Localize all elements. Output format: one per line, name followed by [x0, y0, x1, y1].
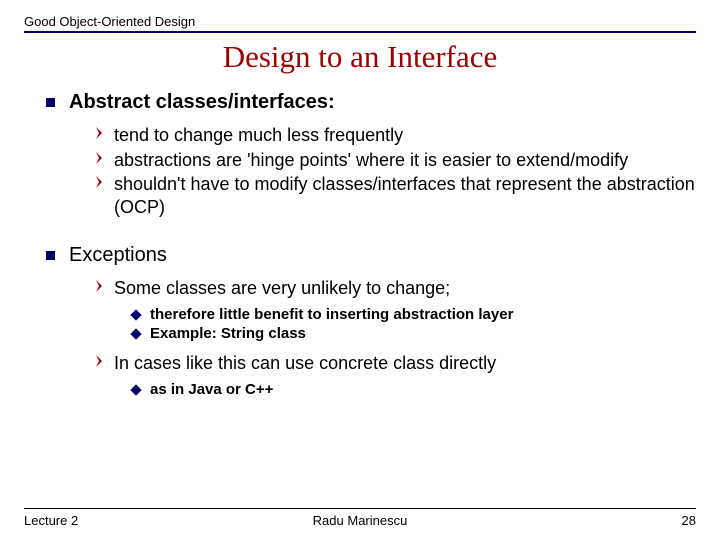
header-rule: [24, 31, 696, 33]
bullet-abstract: Abstract classes/interfaces:: [46, 91, 696, 114]
diamond-bullet-icon: [130, 309, 141, 320]
diamond-text: Example: String class: [150, 325, 306, 344]
bullet-exceptions-label: Exceptions: [69, 244, 167, 267]
slide: Good Object-Oriented Design Design to an…: [0, 0, 720, 540]
footer-center: Radu Marinescu: [24, 513, 696, 528]
slide-title: Design to an Interface: [24, 39, 696, 75]
diamond-bullet-icon: [130, 329, 141, 340]
arrow-icon: [94, 354, 106, 372]
arrow-list-exceptions-2: In cases like this can use concrete clas…: [94, 352, 696, 375]
diamond-bullet-icon: [130, 384, 141, 395]
square-bullet-icon: [46, 98, 55, 107]
arrow-list-exceptions: Some classes are very unlikely to change…: [94, 277, 696, 300]
arrow-icon: [94, 279, 106, 297]
footer-rule: [24, 508, 696, 509]
arrow-text: shouldn't have to modify classes/interfa…: [114, 173, 696, 218]
list-item: tend to change much less frequently: [94, 124, 696, 147]
bullet-exceptions: Exceptions: [46, 244, 696, 267]
square-bullet-icon: [46, 251, 55, 260]
list-item: as in Java or C++: [132, 381, 696, 400]
arrow-text: tend to change much less frequently: [114, 124, 403, 147]
diamond-list-1: therefore little benefit to inserting ab…: [132, 306, 696, 345]
diamond-text: therefore little benefit to inserting ab…: [150, 306, 513, 325]
footer: Lecture 2 Radu Marinescu 28: [24, 508, 696, 528]
list-item: shouldn't have to modify classes/interfa…: [94, 173, 696, 218]
diamond-list-2: as in Java or C++: [132, 381, 696, 400]
list-item: In cases like this can use concrete clas…: [94, 352, 696, 375]
list-item: Some classes are very unlikely to change…: [94, 277, 696, 300]
header-label: Good Object-Oriented Design: [24, 14, 696, 29]
arrow-text: abstractions are 'hinge points' where it…: [114, 149, 628, 172]
arrow-text: Some classes are very unlikely to change…: [114, 277, 450, 300]
diamond-text: as in Java or C++: [150, 381, 273, 400]
arrow-list-abstract: tend to change much less frequently abst…: [94, 124, 696, 218]
arrow-icon: [94, 151, 106, 169]
footer-row: Lecture 2 Radu Marinescu 28: [24, 513, 696, 528]
arrow-text: In cases like this can use concrete clas…: [114, 352, 496, 375]
arrow-icon: [94, 175, 106, 193]
list-item: Example: String class: [132, 325, 696, 344]
bullet-abstract-label: Abstract classes/interfaces:: [69, 91, 335, 114]
list-item: abstractions are 'hinge points' where it…: [94, 149, 696, 172]
arrow-icon: [94, 126, 106, 144]
list-item: therefore little benefit to inserting ab…: [132, 306, 696, 325]
